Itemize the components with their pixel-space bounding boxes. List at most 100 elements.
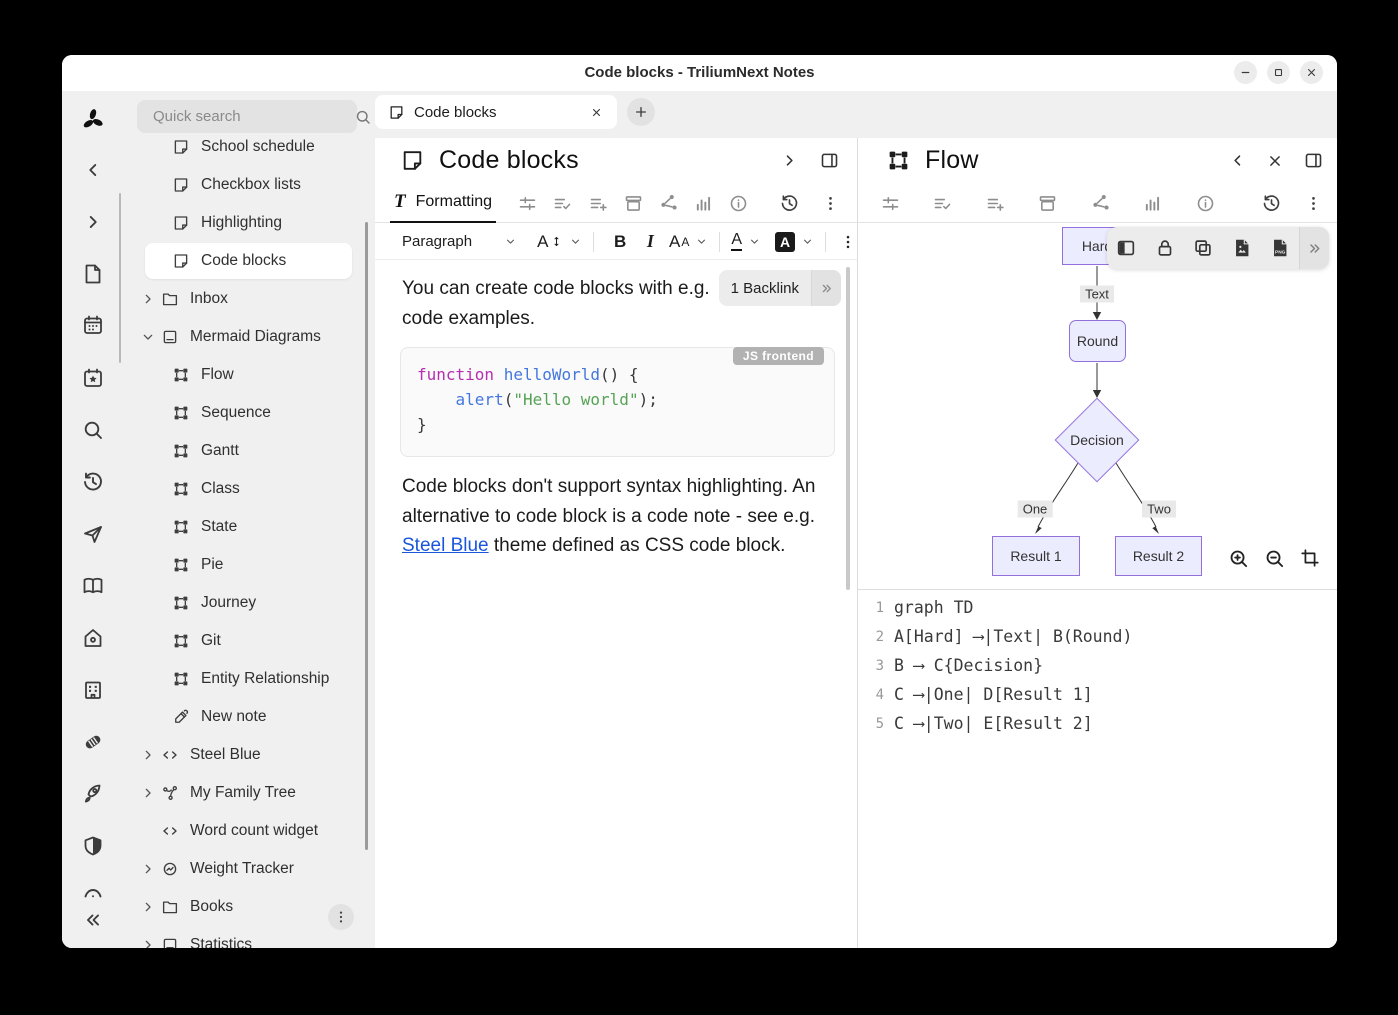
expand-chevron-icon[interactable] bbox=[138, 937, 158, 948]
ribbon-basic-properties-button[interactable] bbox=[510, 186, 544, 220]
ribbon-owned-attributes-button[interactable] bbox=[925, 186, 959, 220]
toolbar-overflow-button[interactable] bbox=[839, 233, 857, 251]
ribbon-inherited-attributes-button[interactable] bbox=[581, 186, 615, 220]
history-forward-button[interactable] bbox=[80, 209, 106, 235]
font-size-dropdown[interactable]: A bbox=[537, 232, 581, 252]
ribbon-note-info-button[interactable] bbox=[1188, 186, 1222, 220]
launcher-recent-changes-button[interactable] bbox=[80, 469, 106, 495]
launcher-rocket-button[interactable] bbox=[80, 781, 106, 807]
ribbon-note-paths-button[interactable] bbox=[1030, 186, 1064, 220]
tree-item-checkbox-lists[interactable]: Checkbox lists bbox=[124, 166, 375, 204]
collapse-launcher-button[interactable] bbox=[80, 907, 106, 933]
background-color-dropdown[interactable]: A bbox=[775, 232, 814, 252]
ribbon-note-map-button[interactable] bbox=[1083, 186, 1117, 220]
tree-item-code-blocks[interactable]: Code blocks bbox=[124, 242, 375, 280]
note-editor[interactable]: You can create code blocks with e.g.code… bbox=[375, 261, 857, 948]
split-view-button[interactable] bbox=[1300, 147, 1327, 174]
launcher-clipped-button[interactable] bbox=[80, 881, 106, 907]
launcher-send-button[interactable] bbox=[80, 521, 106, 547]
tree-item-steel-blue[interactable]: Steel Blue bbox=[124, 736, 375, 774]
close-split-button[interactable] bbox=[1261, 147, 1288, 174]
close-tab-button[interactable] bbox=[585, 101, 607, 123]
ribbon-inherited-attributes-button[interactable] bbox=[978, 186, 1012, 220]
maximize-button[interactable] bbox=[1267, 61, 1290, 84]
launcher-scrollbar[interactable] bbox=[119, 193, 121, 363]
launcher-today-button[interactable] bbox=[80, 365, 106, 391]
quick-search-input[interactable] bbox=[151, 107, 354, 126]
tree-item-git[interactable]: Git bbox=[124, 622, 375, 660]
expand-chevron-icon[interactable] bbox=[138, 747, 158, 763]
tree-item-inbox[interactable]: Inbox bbox=[124, 280, 375, 318]
split-view-button[interactable] bbox=[816, 147, 843, 174]
note-actions-button[interactable] bbox=[813, 186, 847, 220]
note-revisions-button[interactable] bbox=[1254, 186, 1288, 220]
tree-item-new-note[interactable]: New note bbox=[124, 698, 375, 736]
ribbon-similar-notes-button[interactable] bbox=[686, 186, 720, 220]
tree-item-gantt[interactable]: Gantt bbox=[124, 432, 375, 470]
flow-node-result-1[interactable]: Result 1 bbox=[992, 536, 1080, 576]
expand-chevron-icon[interactable] bbox=[138, 291, 158, 307]
tree-item-my-family-tree[interactable]: My Family Tree bbox=[124, 774, 375, 812]
tree-item-highlighting[interactable]: Highlighting bbox=[124, 204, 375, 242]
tree-item-weight-tracker[interactable]: Weight Tracker bbox=[124, 850, 375, 888]
history-back-button[interactable] bbox=[80, 157, 106, 183]
launcher-new-note-button[interactable] bbox=[80, 261, 106, 287]
launcher-building-button[interactable] bbox=[80, 677, 106, 703]
ribbon-note-map-button[interactable] bbox=[651, 186, 685, 220]
toggle-editor-pane-button[interactable] bbox=[1107, 227, 1145, 269]
steel-blue-link[interactable]: Steel Blue bbox=[402, 535, 489, 556]
flow-node-round[interactable]: Round bbox=[1069, 320, 1126, 362]
launcher-food-button[interactable] bbox=[80, 729, 106, 755]
tab-formatting[interactable]: TFormatting bbox=[390, 183, 496, 223]
tree-item-school-schedule[interactable]: School schedule bbox=[124, 128, 375, 166]
paragraph-style-dropdown[interactable]: Paragraph bbox=[402, 233, 517, 250]
note-revisions-button[interactable] bbox=[772, 186, 806, 220]
collapse-panel-button[interactable] bbox=[776, 147, 803, 174]
launcher-home-button[interactable] bbox=[80, 625, 106, 651]
new-tab-button[interactable] bbox=[627, 98, 655, 126]
tree-item-entity-relationship[interactable]: Entity Relationship bbox=[124, 660, 375, 698]
backlink-expand-button[interactable] bbox=[811, 270, 841, 306]
ribbon-note-paths-button[interactable] bbox=[616, 186, 650, 220]
launcher-shield-button[interactable] bbox=[80, 833, 106, 859]
note-actions-button[interactable] bbox=[1296, 186, 1330, 220]
ribbon-note-info-button[interactable] bbox=[721, 186, 755, 220]
tree-item-flow[interactable]: Flow bbox=[124, 356, 375, 394]
code-block[interactable]: JS frontend function helloWorld() { aler… bbox=[400, 347, 835, 457]
tree-item-journey[interactable]: Journey bbox=[124, 584, 375, 622]
flow-node-decision[interactable]: Decision bbox=[1055, 398, 1139, 482]
tree-item-pie[interactable]: Pie bbox=[124, 546, 375, 584]
flow-node-result-2[interactable]: Result 2 bbox=[1115, 536, 1202, 576]
tree-item-word-count-widget[interactable]: Word count widget bbox=[124, 812, 375, 850]
ribbon-similar-notes-button[interactable] bbox=[1135, 186, 1169, 220]
expand-chevron-icon[interactable] bbox=[138, 785, 158, 801]
backlink-widget[interactable]: 1 Backlink bbox=[719, 270, 841, 306]
toolbar-more-button[interactable] bbox=[1299, 227, 1329, 269]
lock-diagram-button[interactable] bbox=[1145, 227, 1183, 269]
bold-button[interactable]: B bbox=[604, 232, 635, 252]
mermaid-diagram[interactable]: Hard Round Decision Result 1 Result 2 Te… bbox=[858, 224, 1337, 590]
crop-button[interactable] bbox=[1297, 545, 1323, 571]
ribbon-basic-properties-button[interactable] bbox=[873, 186, 907, 220]
font-color-dropdown[interactable]: A bbox=[731, 232, 761, 251]
expand-chevron-icon[interactable] bbox=[138, 899, 158, 915]
expand-chevron-icon[interactable] bbox=[138, 861, 158, 877]
copy-diagram-button[interactable] bbox=[1184, 227, 1222, 269]
ribbon-owned-attributes-button[interactable] bbox=[545, 186, 579, 220]
tree-item-sequence[interactable]: Sequence bbox=[124, 394, 375, 432]
tree-item-class[interactable]: Class bbox=[124, 470, 375, 508]
close-window-button[interactable] bbox=[1300, 61, 1323, 84]
editor-scrollbar[interactable] bbox=[846, 267, 850, 590]
zoom-in-button[interactable] bbox=[1225, 545, 1251, 571]
collapse-chevron-icon[interactable] bbox=[138, 329, 158, 345]
launcher-calendar-button[interactable] bbox=[80, 312, 106, 338]
tab-code-blocks[interactable]: Code blocks bbox=[375, 95, 617, 129]
tree-item-mermaid-diagrams[interactable]: Mermaid Diagrams bbox=[124, 318, 375, 356]
export-png-button[interactable]: PNG bbox=[1261, 227, 1299, 269]
tree-item-state[interactable]: State bbox=[124, 508, 375, 546]
tree-more-button[interactable] bbox=[328, 904, 354, 930]
zoom-out-button[interactable] bbox=[1261, 545, 1287, 571]
italic-button[interactable]: I bbox=[636, 231, 665, 252]
export-image-button[interactable] bbox=[1222, 227, 1260, 269]
minimize-button[interactable] bbox=[1234, 61, 1257, 84]
